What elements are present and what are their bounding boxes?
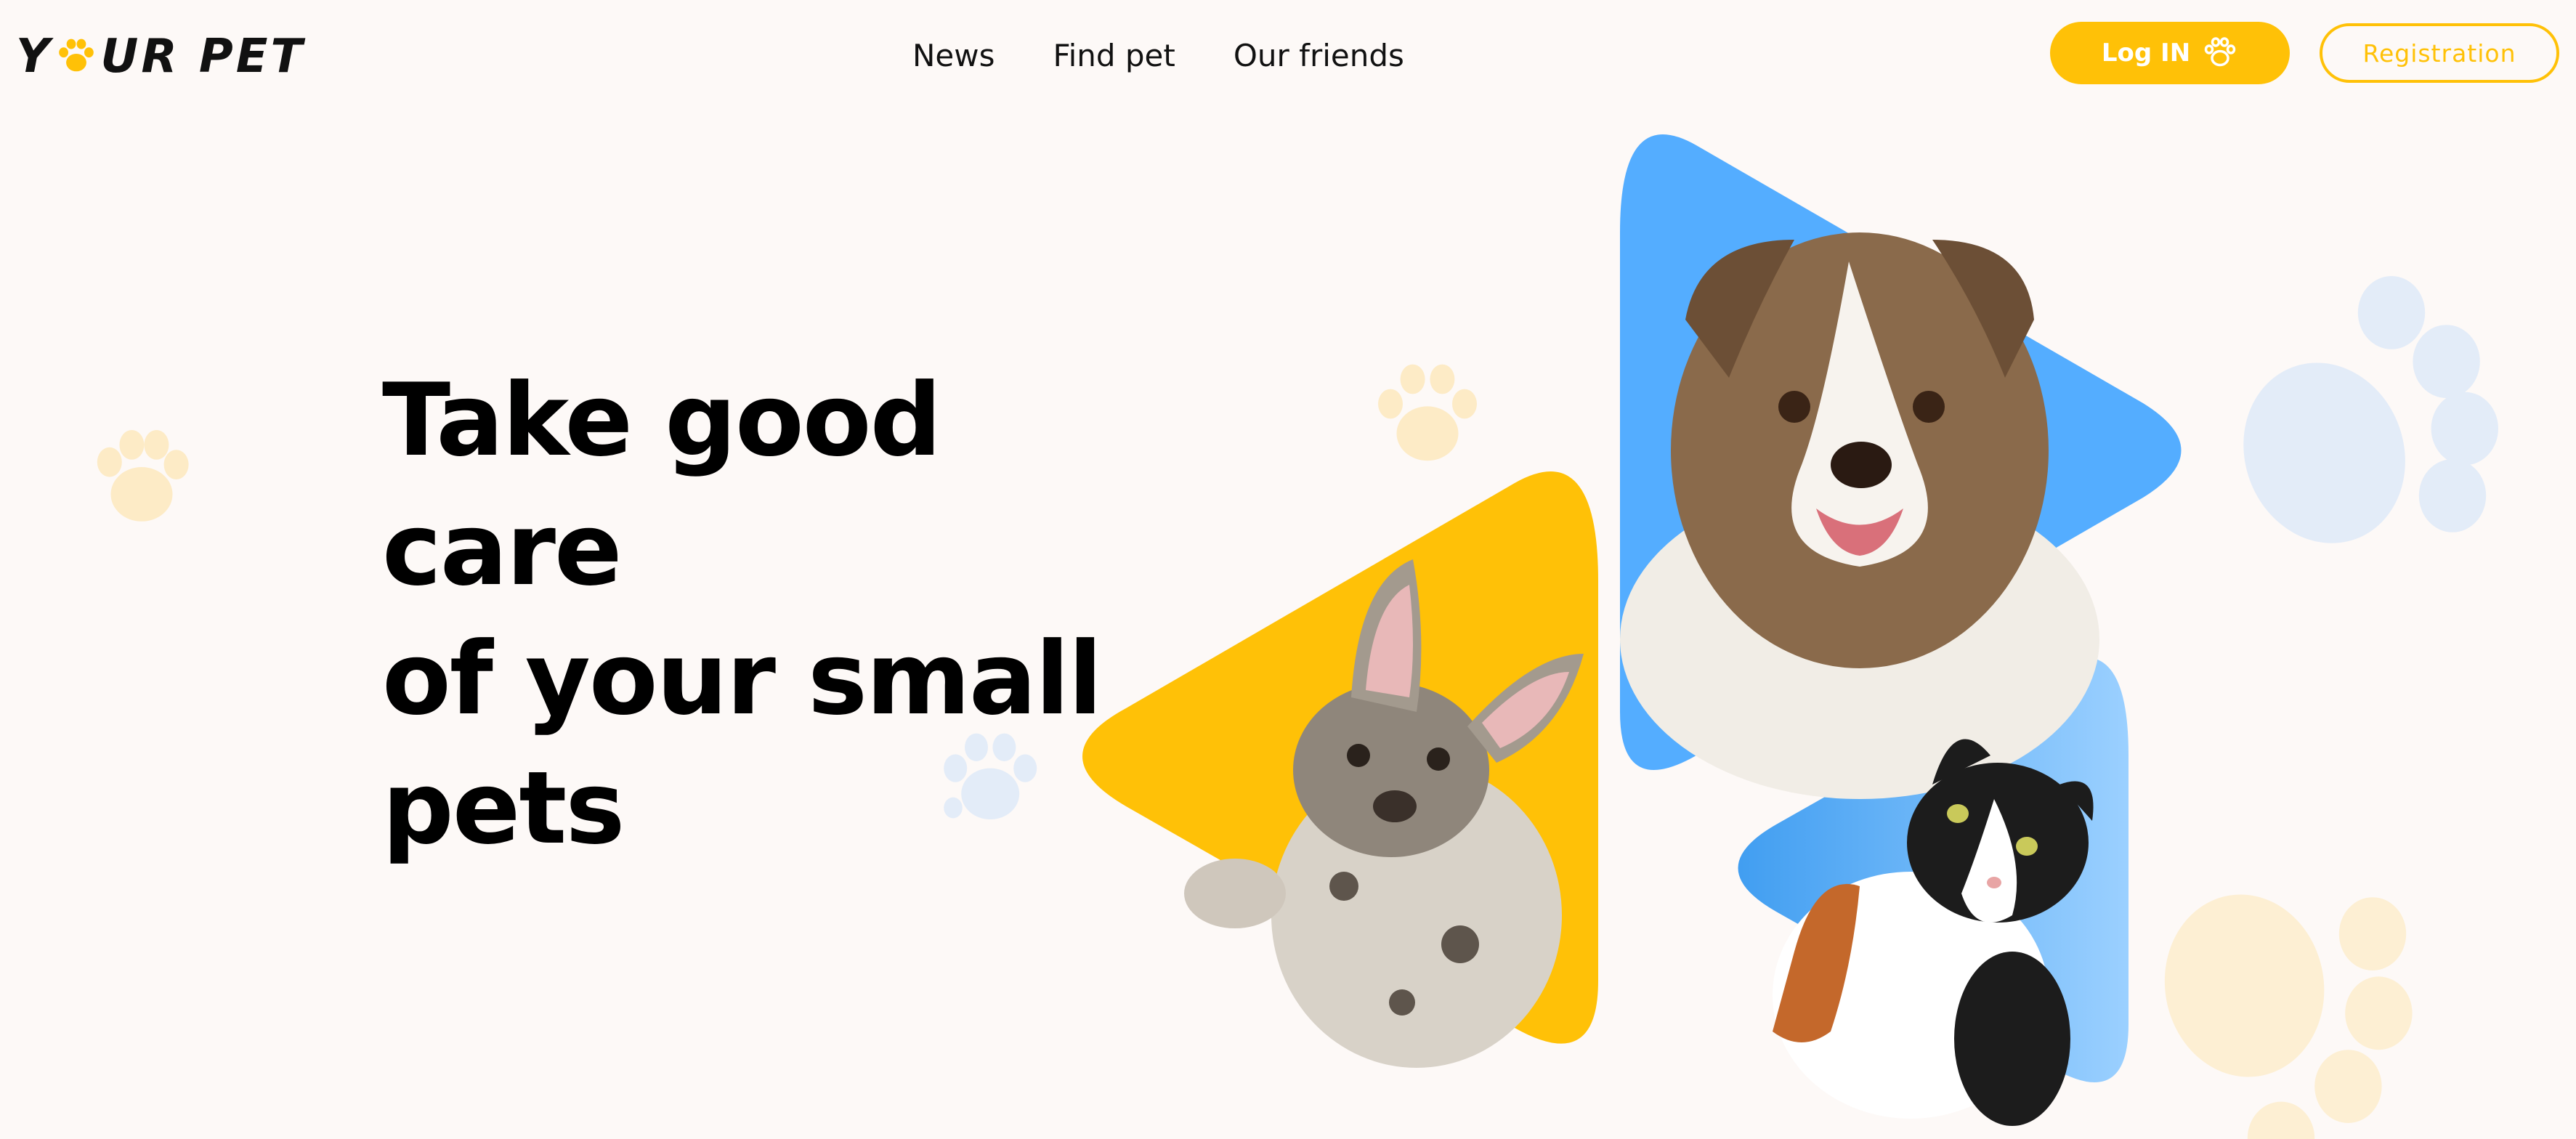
login-button[interactable]: Log IN (2050, 22, 2290, 84)
hero-title-line: of your small (382, 620, 1103, 737)
logo[interactable]: Y UR PET (16, 28, 305, 86)
hero-title-line: pets (382, 750, 625, 867)
logo-suffix: UR PET (100, 30, 306, 84)
main-nav: News Find pet Our friends (912, 29, 1404, 81)
hero-title: Take good care of your small pets (382, 356, 1181, 873)
logo-prefix: Y (16, 30, 53, 84)
nav-item-our-friends[interactable]: Our friends (1234, 38, 1404, 73)
paw-icon (59, 38, 94, 72)
nav-item-find-pet[interactable]: Find pet (1053, 38, 1175, 73)
page: Y UR PET News Find pet Our friends Log I… (0, 0, 2576, 1139)
registration-button-label: Registration (2362, 38, 2516, 68)
dog-photo (1620, 232, 2099, 799)
registration-button[interactable]: Registration (2320, 23, 2559, 83)
hero-title-line: Take good care (382, 362, 941, 608)
paw-icon (2204, 37, 2236, 67)
nav-item-news[interactable]: News (912, 38, 995, 73)
login-button-label: Log IN (2101, 38, 2191, 68)
